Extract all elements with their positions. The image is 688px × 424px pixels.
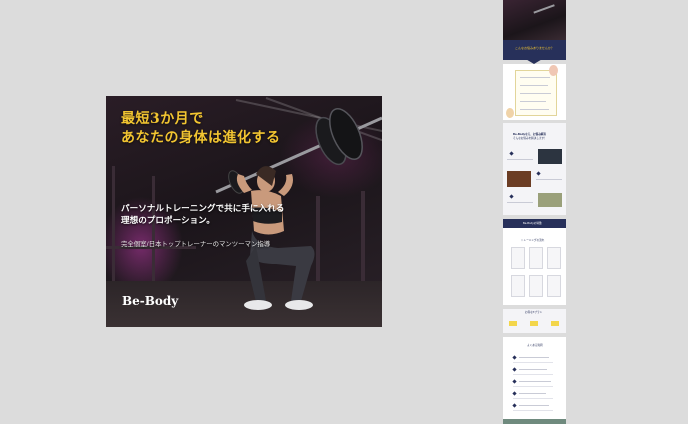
headline-line-1: 最短3か月で [121, 111, 204, 127]
thumb-footer-image [503, 419, 566, 424]
thumb-pricing-section: お得な3プラン [503, 309, 566, 333]
thumb-features-title: Be-Bodyの特徴 [523, 222, 542, 225]
hero-tagline: パーソナルトレーニングで共に手に入れる 理想のプロポーション。 [121, 203, 284, 227]
headline-line-2: あなたの身体は進化する [121, 130, 281, 146]
hero-subline: 完全個室/日本トップトレーナーのマンツーマン指導 [121, 240, 271, 248]
thumb-man-illustration [506, 108, 514, 118]
thumb-intro-subtitle: そんなお悩みを解決します！ [513, 137, 547, 140]
thumb-steps-title: トレーニングの流れ [521, 239, 545, 242]
thumb-woman-illustration [549, 65, 558, 76]
tagline-line-1: パーソナルトレーニングで共に手に入れる [121, 204, 285, 214]
thumb-steps-header: Be-Bodyの特徴 [503, 219, 566, 228]
thumb-steps-section: Be-Bodyの特徴 トレーニングの流れ [503, 219, 566, 305]
thumb-faq-title: よくある質問 [527, 344, 543, 347]
thumb-banner-caption: こんなお悩みありませんか？ [515, 46, 554, 50]
thumb-feature-image [538, 193, 562, 207]
thumb-hero-image [503, 0, 566, 40]
tagline-line-2: 理想のプロポーション。 [121, 216, 215, 226]
thumb-hero-section: こんなお悩みありませんか？ [503, 0, 566, 60]
thumb-feature-image [538, 149, 562, 164]
hero-headline: 最短3か月で あなたの身体は進化する [121, 110, 281, 148]
thumb-intro-title: Be-Bodyなら、お悩み解消 [513, 133, 546, 136]
thumb-features-section: Be-Bodyなら、お悩み解消 そんなお悩みを解決します！ [503, 123, 566, 215]
page-thumbnail[interactable]: こんなお悩みありませんか？ Be-Bodyなら、お悩み解消 そんなお悩みを解決し… [503, 0, 566, 424]
thumb-pricing-title: お得な3プラン [525, 311, 543, 314]
thumb-checklist-section [503, 64, 566, 120]
thumb-checklist-card [515, 70, 557, 116]
brand-logo: Be-Body [122, 294, 179, 308]
hero-banner: 最短3か月で あなたの身体は進化する パーソナルトレーニングで共に手に入れる 理… [106, 96, 382, 327]
thumb-faq-section: よくある質問 [503, 337, 566, 424]
thumb-feature-image [507, 171, 531, 187]
